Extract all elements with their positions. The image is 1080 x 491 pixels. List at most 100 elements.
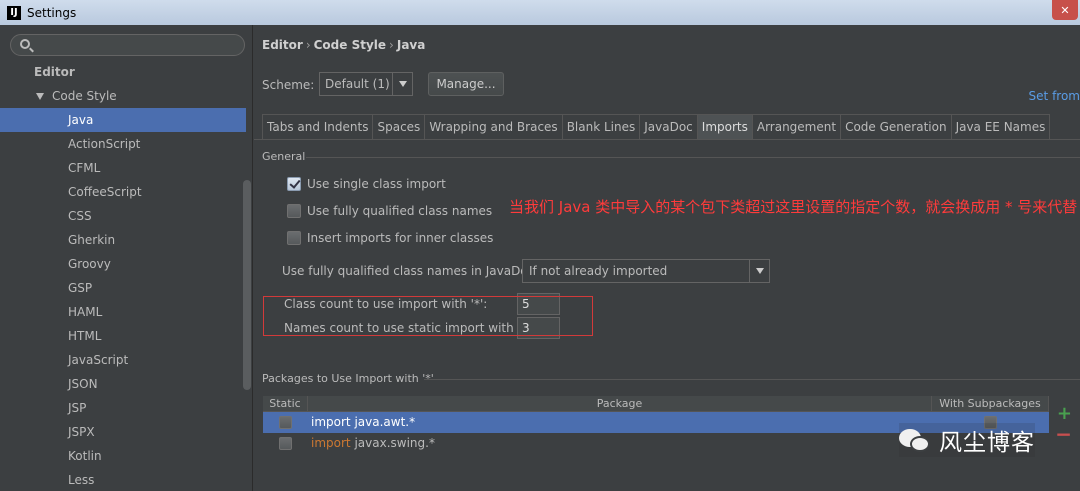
- scheme-select-value: Default (1): [325, 77, 390, 91]
- general-section-title: General: [262, 150, 306, 163]
- chevron-down-icon: [399, 81, 407, 87]
- javadoc-qualified-names-select[interactable]: If not already imported: [522, 259, 770, 283]
- insert-imports-inner-classes-option[interactable]: Insert imports for inner classes: [287, 229, 493, 247]
- scheme-label: Scheme:: [262, 78, 315, 92]
- tree-item-java[interactable]: Java: [0, 108, 246, 132]
- tree-item-code-style[interactable]: Code Style: [0, 84, 253, 108]
- checkbox-label: Use single class import: [307, 177, 446, 191]
- packages-section-title: Packages to Use Import with '*': [262, 372, 434, 385]
- add-package-button[interactable]: +: [1057, 403, 1072, 424]
- tree-item-label: ActionScript: [68, 137, 141, 151]
- tree-item-label: Gherkin: [68, 233, 116, 247]
- package-cell[interactable]: import javax.swing.*: [308, 433, 932, 454]
- scheme-select[interactable]: Default (1): [319, 72, 413, 96]
- tree-item-label: Kotlin: [68, 449, 102, 463]
- tree-item-coffeescript[interactable]: CoffeeScript: [0, 180, 253, 204]
- settings-search-input[interactable]: [10, 34, 245, 56]
- breadcrumb-item: Editor: [262, 38, 303, 52]
- use-single-class-import-option[interactable]: Use single class import: [287, 175, 446, 193]
- breadcrumb-item: Code Style: [313, 38, 387, 52]
- breadcrumb-item: Java: [396, 38, 426, 52]
- manage-button[interactable]: Manage...: [428, 72, 504, 96]
- package-cell[interactable]: import java.awt.*: [308, 412, 932, 433]
- tab-java-ee-names[interactable]: Java EE Names: [950, 114, 1051, 139]
- tree-item-editor[interactable]: Editor: [0, 60, 253, 84]
- tab-blank-lines[interactable]: Blank Lines: [561, 114, 641, 139]
- tree-item-css[interactable]: CSS: [0, 204, 253, 228]
- checkbox-label: Use fully qualified class names: [307, 204, 493, 218]
- tree-item-json[interactable]: JSON: [0, 372, 253, 396]
- static-checkbox[interactable]: [279, 437, 292, 450]
- breadcrumb-separator: ›: [305, 38, 311, 52]
- tree-item-label: CSS: [68, 209, 92, 223]
- tab-wrapping-and-braces[interactable]: Wrapping and Braces: [424, 114, 563, 139]
- tree-item-less[interactable]: Less: [0, 468, 253, 491]
- package-name: javax.swing.*: [354, 436, 435, 450]
- tree-item-gherkin[interactable]: Gherkin: [0, 228, 253, 252]
- static-cell: [263, 412, 308, 433]
- javadoc-qualified-names-label: Use fully qualified class names in JavaD…: [282, 264, 539, 278]
- settings-sidebar: Editor Code Style Java ActionScript CFML…: [0, 25, 253, 491]
- packages-table-header: Static Package With Subpackages: [263, 396, 1049, 412]
- tree-item-label: CoffeeScript: [68, 185, 142, 199]
- tab-spaces[interactable]: Spaces: [372, 114, 426, 139]
- watermark: 风尘博客: [899, 423, 1035, 457]
- tree-item-label: HAML: [68, 305, 103, 319]
- tree-item-javascript[interactable]: JavaScript: [0, 348, 253, 372]
- tree-item-jsp[interactable]: JSP: [0, 396, 253, 420]
- code-style-tabs: Tabs and Indents Spaces Wrapping and Bra…: [262, 114, 1051, 139]
- intellij-logo-icon: IJ: [7, 5, 21, 20]
- tab-code-generation[interactable]: Code Generation: [840, 114, 952, 139]
- tree-item-html[interactable]: HTML: [0, 324, 253, 348]
- tree-item-label: Java: [68, 113, 94, 127]
- column-header-with-subpackages[interactable]: With Subpackages: [932, 396, 1049, 411]
- insert-imports-inner-classes-checkbox[interactable]: [287, 231, 301, 245]
- column-header-package[interactable]: Package: [308, 396, 932, 411]
- set-from-link[interactable]: Set from: [1029, 89, 1080, 103]
- expand-arrow-icon[interactable]: [36, 93, 44, 100]
- tree-item-jspx[interactable]: JSPX: [0, 420, 253, 444]
- close-icon: ✕: [1060, 3, 1070, 17]
- annotation-note: 当我们 Java 类中导入的某个包下类超过这里设置的指定个数，就会换成用 * 号…: [509, 198, 1078, 216]
- sidebar-scrollbar[interactable]: [243, 180, 251, 390]
- import-keyword: import: [311, 415, 351, 429]
- window-title: Settings: [27, 5, 77, 20]
- settings-main-panel: Editor › Code Style › Java Scheme: Default (…: [254, 25, 1080, 491]
- tree-item-groovy[interactable]: Groovy: [0, 252, 253, 276]
- column-header-static[interactable]: Static: [263, 396, 308, 411]
- tree-item-label: JavaScript: [68, 353, 129, 367]
- tree-item-label: HTML: [68, 329, 102, 343]
- chevron-down-icon: [756, 268, 764, 274]
- breadcrumb-separator: ›: [389, 38, 394, 52]
- general-section-divider: [306, 157, 1080, 158]
- tab-javadoc[interactable]: JavaDoc: [639, 114, 698, 139]
- javadoc-select-value: If not already imported: [529, 264, 668, 278]
- search-icon: [20, 39, 30, 49]
- window-close-button[interactable]: ✕: [1052, 0, 1078, 20]
- tree-item-label: JSPX: [68, 425, 95, 439]
- wechat-icon: [899, 427, 931, 453]
- scheme-dropdown-button[interactable]: [392, 73, 412, 95]
- use-single-class-import-checkbox[interactable]: [287, 177, 301, 191]
- import-keyword: import: [311, 436, 351, 450]
- window-titlebar: IJ Settings ✕: [0, 0, 1080, 25]
- use-fully-qualified-names-option[interactable]: Use fully qualified class names: [287, 202, 492, 220]
- tab-imports[interactable]: Imports: [696, 114, 753, 139]
- tree-item-label: GSP: [68, 281, 93, 295]
- tab-divider: [254, 139, 1080, 140]
- tree-item-cfml[interactable]: CFML: [0, 156, 253, 180]
- tree-item-kotlin[interactable]: Kotlin: [0, 444, 253, 468]
- remove-package-button[interactable]: −: [1055, 422, 1072, 446]
- tree-item-label: JSP: [68, 401, 87, 415]
- tree-item-gsp[interactable]: GSP: [0, 276, 253, 300]
- tab-arrangement[interactable]: Arrangement: [751, 114, 842, 139]
- static-checkbox[interactable]: [279, 416, 292, 429]
- tree-item-label: CFML: [68, 161, 101, 175]
- javadoc-dropdown-button[interactable]: [749, 260, 769, 282]
- tree-item-haml[interactable]: HAML: [0, 300, 253, 324]
- packages-section-divider: [424, 379, 1080, 380]
- tab-tabs-and-indents[interactable]: Tabs and Indents: [262, 114, 374, 139]
- settings-tree: Editor Code Style Java ActionScript CFML…: [0, 60, 253, 491]
- tree-item-actionscript[interactable]: ActionScript: [0, 132, 253, 156]
- use-fully-qualified-names-checkbox[interactable]: [287, 204, 301, 218]
